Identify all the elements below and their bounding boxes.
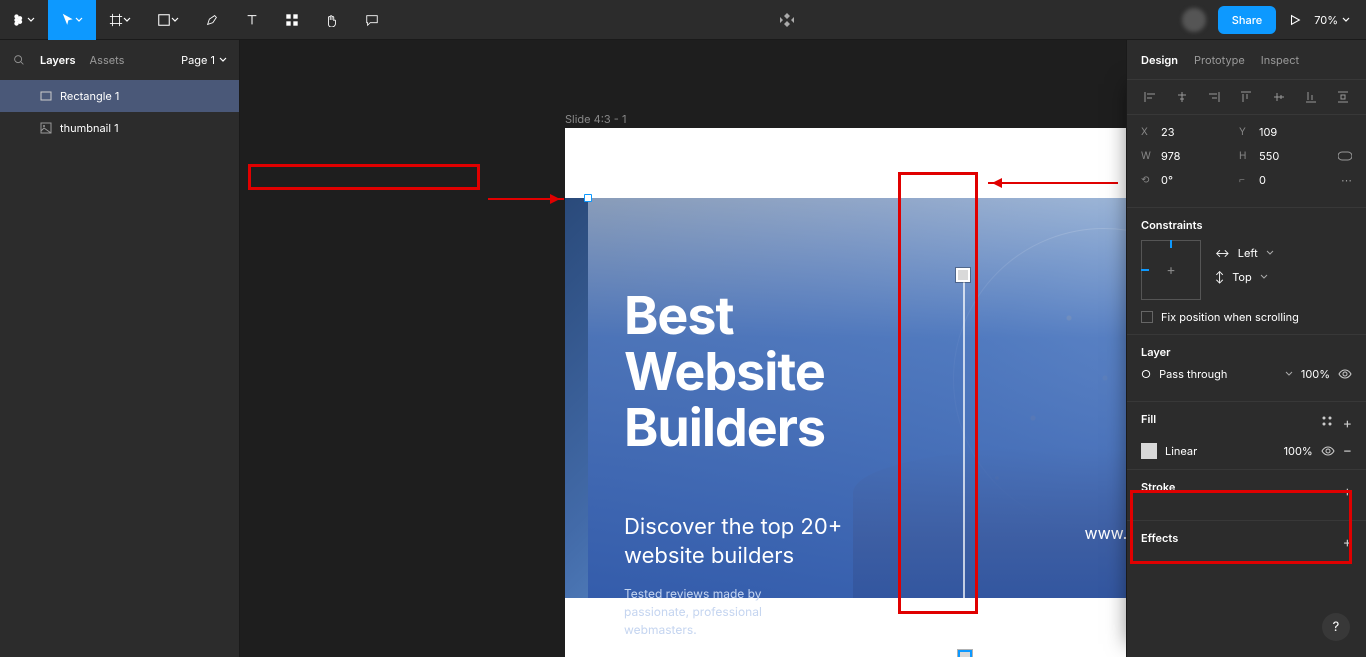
frame-tool-button[interactable] [96,0,144,40]
selection-handle[interactable] [584,194,592,202]
radius-field[interactable]: 0 [1259,173,1266,187]
gradient-stop-1[interactable] [956,268,970,282]
fill-visibility-icon[interactable] [1321,444,1335,458]
layers-tab[interactable]: Layers [40,53,76,67]
annotation-highlight-layer [248,164,480,190]
pos-y-field[interactable]: 109 [1259,125,1277,139]
gradient-axis[interactable] [963,276,965,657]
fill-title: Fill [1141,412,1156,426]
distribute-icon[interactable] [1334,88,1352,106]
fill-swatch[interactable] [1141,443,1157,459]
height-field[interactable]: 550 [1259,149,1279,163]
canvas-frame-label[interactable]: Slide 4:3 - 1 [565,112,626,126]
move-tool-button[interactable] [48,0,96,40]
zoom-dropdown[interactable]: 70% [1314,13,1350,27]
align-bottom-icon[interactable] [1302,88,1320,106]
pen-tool-button[interactable] [192,0,232,40]
canvas-frame[interactable]: Best Website Builders Discover the top 2… [565,128,1126,657]
file-icon [778,11,796,29]
text-tool-button[interactable] [232,0,272,40]
fill-opacity-field[interactable]: 100% [1284,444,1313,458]
search-icon[interactable] [12,53,26,67]
image-icon [40,122,52,134]
design-tab[interactable]: Design [1141,53,1178,67]
annotation-arrow-1 [488,198,564,200]
width-field[interactable]: 978 [1161,149,1180,163]
present-button[interactable] [1288,13,1302,27]
pos-x-field[interactable]: 23 [1161,125,1175,139]
stroke-title: Stroke [1141,480,1175,494]
constraint-v-dropdown[interactable]: Top [1232,270,1252,284]
align-left-icon[interactable] [1141,88,1159,106]
layer-rectangle-label: Rectangle 1 [60,89,119,103]
comment-tool-button[interactable] [352,0,392,40]
layer-opacity-field[interactable]: 100% [1301,367,1330,381]
add-effect-icon[interactable]: + [1343,534,1352,551]
more-options-icon[interactable]: ⋯ [1341,173,1352,187]
align-right-icon[interactable] [1205,88,1223,106]
effects-title: Effects [1141,531,1178,545]
layer-rectangle[interactable]: Rectangle 1 [0,80,239,112]
layer-thumbnail-label: thumbnail 1 [60,121,119,135]
slide-caption-text: Tested reviews made by passionate, profe… [624,585,762,639]
resources-button[interactable] [272,0,312,40]
prototype-tab[interactable]: Prototype [1194,53,1245,67]
slide-title-text: Best Website Builders [624,288,825,456]
align-vcenter-icon[interactable] [1270,88,1288,106]
slide-url-text: www.websitebuilder [1084,523,1126,543]
constraint-h-dropdown[interactable]: Left [1238,246,1258,260]
add-stroke-icon[interactable]: + [1343,483,1352,500]
share-button[interactable]: Share [1218,6,1276,34]
rectangle-icon [40,90,52,102]
figma-menu-button[interactable] [0,0,48,40]
gradient-stop-2[interactable] [958,650,972,657]
blend-dropdown[interactable]: Pass through [1159,367,1277,381]
slide-subtitle-text: Discover the top 20+ website builders [624,513,842,570]
page-selector[interactable]: Page 1 [181,53,227,67]
add-fill-icon[interactable]: + [1343,415,1352,432]
align-top-icon[interactable] [1237,88,1255,106]
align-hcenter-icon[interactable] [1173,88,1191,106]
rotation-icon: ⟲ [1141,174,1155,186]
inspect-tab[interactable]: Inspect [1261,53,1299,67]
fill-styles-icon[interactable] [1321,415,1333,432]
constraints-title: Constraints [1141,218,1352,232]
fix-position-checkbox[interactable]: Fix position when scrolling [1141,310,1352,324]
annotation-arrow-2 [988,182,1118,184]
visibility-icon[interactable] [1338,367,1352,381]
layer-thumbnail[interactable]: thumbnail 1 [0,112,239,144]
user-avatar[interactable] [1182,8,1206,32]
aspect-lock-icon[interactable] [1338,149,1352,163]
assets-tab[interactable]: Assets [90,53,125,67]
remove-fill-icon[interactable]: − [1343,442,1352,459]
constraints-widget[interactable] [1141,240,1201,300]
v-constraint-icon: ↕ [1215,270,1224,284]
radius-icon: ⌐ [1239,174,1253,186]
blend-icon: ○ [1141,367,1151,381]
rotation-field[interactable]: 0° [1161,173,1173,187]
h-constraint-icon: ↔ [1215,246,1230,260]
hand-tool-button[interactable] [312,0,352,40]
canvas-gradient-overlay[interactable]: Best Website Builders Discover the top 2… [588,198,1126,598]
fill-type-label[interactable]: Linear [1165,444,1276,458]
help-button[interactable]: ? [1322,613,1350,641]
shape-tool-button[interactable] [144,0,192,40]
layer-title: Layer [1141,345,1352,359]
